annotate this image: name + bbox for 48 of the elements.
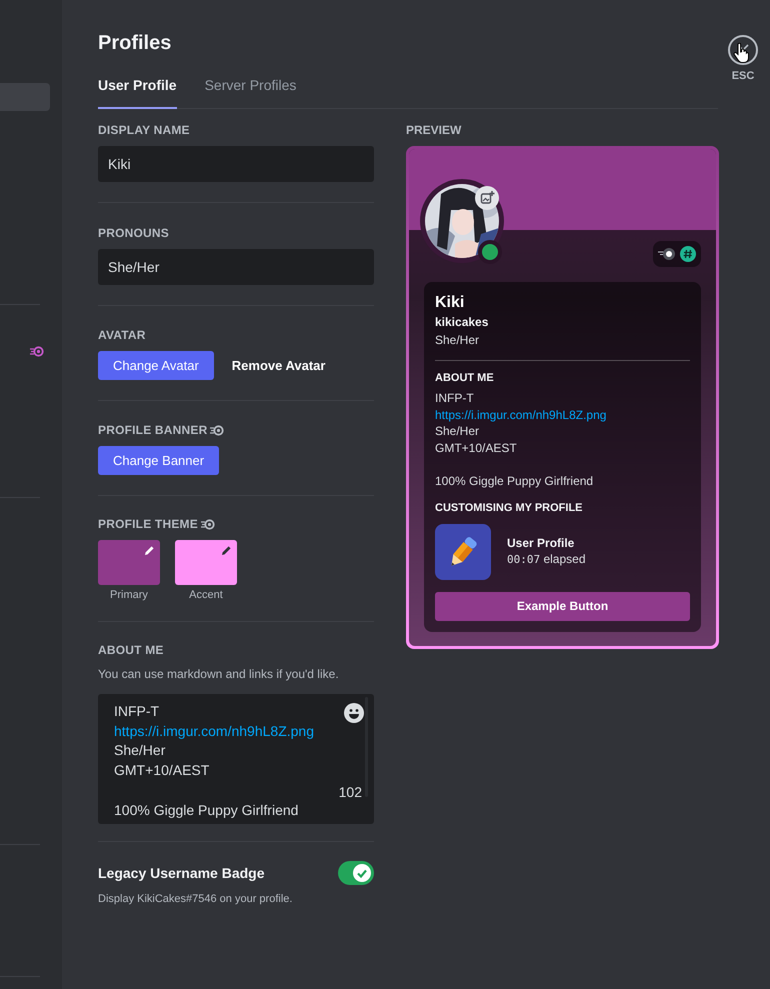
character-counter: 102 bbox=[338, 784, 362, 800]
smiley-icon[interactable] bbox=[344, 703, 364, 723]
color-swatch[interactable] bbox=[98, 540, 160, 585]
about-me-field[interactable]: INFP-T https://i.imgur.com/nh9hL8Z.png She/Her GMT+10/AEST 100% Giggle Puppy Girlfriend 102 bbox=[98, 694, 374, 824]
remove-link-button[interactable]: Remove Avatar bbox=[216, 351, 342, 380]
about-text: She/Her bbox=[435, 424, 480, 438]
section-label: PRONOUNS bbox=[98, 226, 169, 241]
pencil-icon bbox=[144, 545, 155, 556]
section-label: PREVIEW bbox=[406, 122, 462, 138]
example-button[interactable]: Example Button bbox=[435, 592, 690, 621]
setting-description: Display KikiCakes#7546 on your profile. bbox=[98, 893, 294, 905]
section-label: AVATAR bbox=[98, 328, 146, 343]
pronouns: She/Her bbox=[435, 332, 480, 349]
add-image-icon[interactable] bbox=[475, 186, 499, 210]
toggle-switch[interactable] bbox=[338, 861, 374, 885]
swatch-label: Primary bbox=[110, 589, 148, 601]
about-text: 100% Giggle Puppy Girlfriend bbox=[435, 474, 594, 488]
setting-title: Legacy Username Badge bbox=[98, 865, 265, 881]
swatch-label: Accent bbox=[189, 589, 223, 601]
section-label: PROFILE BANNER bbox=[98, 423, 208, 438]
color-swatch[interactable] bbox=[175, 540, 237, 585]
about-link[interactable]: https://i.imgur.com/nh9hL8Z.png bbox=[435, 408, 606, 422]
display-name: Kiki bbox=[435, 293, 466, 313]
section-label: ABOUT ME bbox=[98, 643, 164, 658]
hint-text: You can use markdown and links if you'd like. bbox=[98, 667, 340, 681]
username: kikicakes bbox=[435, 314, 490, 331]
pencil-icon bbox=[221, 545, 232, 556]
section-heading: ABOUT ME bbox=[435, 371, 495, 386]
change-button[interactable]: Change Avatar bbox=[98, 351, 214, 380]
nitro-badge-icon bbox=[658, 247, 676, 261]
tab[interactable]: Server Profiles bbox=[204, 77, 296, 109]
section-label: DISPLAY NAME bbox=[98, 123, 190, 138]
elapsed-label: elapsed bbox=[543, 552, 586, 566]
change-button[interactable]: Change Banner bbox=[98, 446, 220, 475]
hand-cursor-icon bbox=[733, 43, 749, 63]
tab[interactable]: User Profile bbox=[98, 77, 177, 109]
section-heading: CUSTOMISING MY PROFILE bbox=[435, 500, 584, 516]
activity-title: User Profile bbox=[507, 535, 576, 552]
section-label: PROFILE THEME bbox=[98, 517, 198, 532]
page-title: Profiles bbox=[98, 31, 172, 55]
shortcut-label: ESC bbox=[732, 70, 754, 82]
about-text: GMT+10/AEST bbox=[435, 440, 517, 455]
elapsed-timer: 00:07 bbox=[507, 553, 540, 566]
about-text: INFP-T bbox=[435, 391, 474, 405]
display-name-field[interactable]: Kiki bbox=[98, 146, 374, 182]
pronouns-field[interactable]: She/Her bbox=[98, 249, 374, 285]
hashtag-badge-icon bbox=[680, 246, 696, 262]
nitro-icon bbox=[30, 346, 44, 357]
